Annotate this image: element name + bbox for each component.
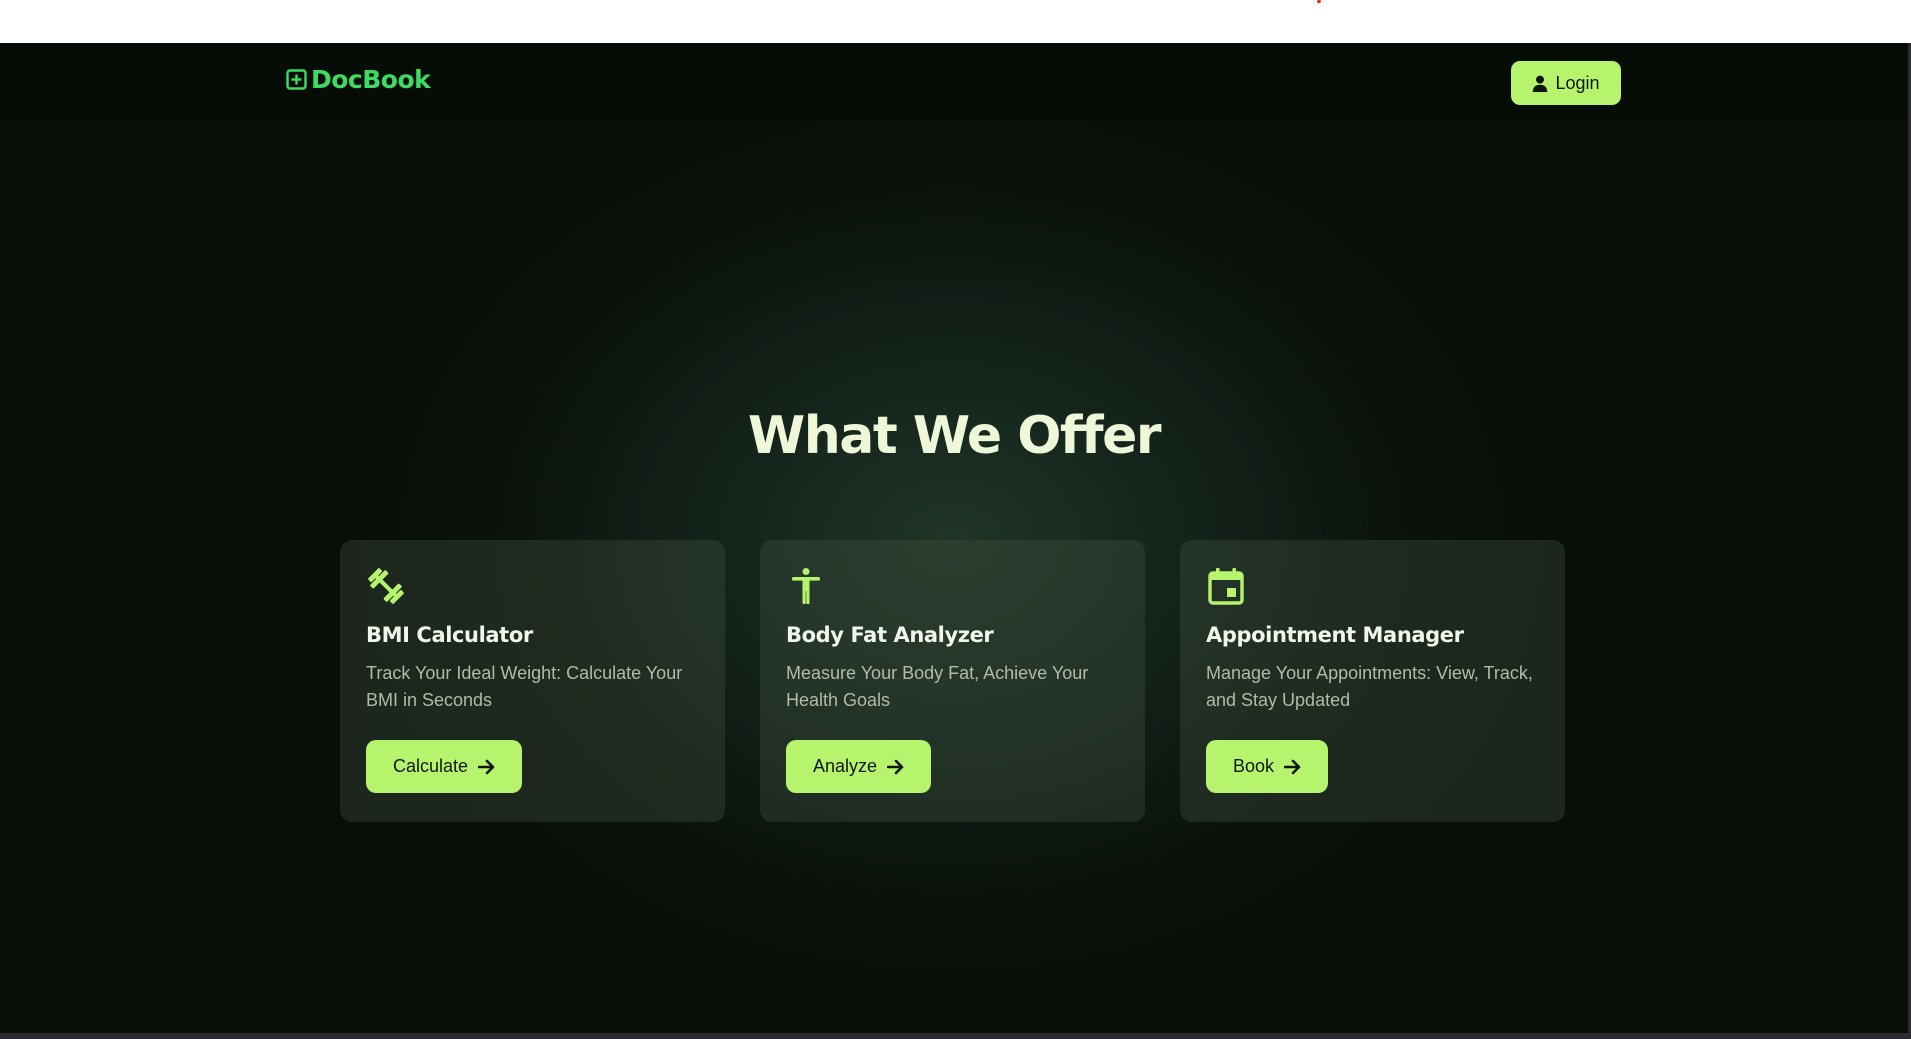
arrow-right-icon <box>887 759 904 775</box>
card-appointment-manager: Appointment Manager Manage Your Appointm… <box>1180 540 1565 822</box>
card-description: Manage Your Appointments: View, Track, a… <box>1206 663 1533 710</box>
accessibility-person-icon <box>786 566 826 606</box>
login-button[interactable]: Login <box>1511 61 1621 105</box>
card-description: Track Your Ideal Weight: Calculate Your … <box>366 663 683 710</box>
card-description: Measure Your Body Fat, Achieve Your Heal… <box>786 663 1089 710</box>
user-icon <box>1532 75 1548 92</box>
calendar-event-icon <box>1206 566 1246 606</box>
window-bottom-edge <box>0 1033 1911 1039</box>
login-label: Login <box>1555 72 1600 93</box>
calculate-button[interactable]: Calculate <box>366 740 523 793</box>
brand-logo[interactable]: DocBook <box>286 65 431 94</box>
brand-name: DocBook <box>311 65 431 94</box>
app-viewport: DocBook Login What We Offer BMI Calculat… <box>0 43 1908 1033</box>
book-button-label: Book <box>1233 756 1275 776</box>
book-button[interactable]: Book <box>1206 740 1329 793</box>
section-title: What We Offer <box>747 406 1162 466</box>
card-title: Appointment Manager <box>1206 623 1464 647</box>
dumbbell-icon <box>366 566 406 606</box>
card-title: BMI Calculator <box>366 623 533 647</box>
analyze-button-label: Analyze <box>813 756 878 776</box>
arrow-right-icon <box>1284 759 1301 775</box>
calculate-button-label: Calculate <box>393 756 469 776</box>
browser-top-strip <box>0 0 1911 43</box>
medical-plus-icon <box>286 69 307 90</box>
card-title: Body Fat Analyzer <box>786 623 994 647</box>
card-body-fat-analyzer: Body Fat Analyzer Measure Your Body Fat,… <box>760 540 1145 822</box>
card-bmi-calculator: BMI Calculator Track Your Ideal Weight: … <box>340 540 725 822</box>
analyze-button[interactable]: Analyze <box>786 740 932 793</box>
arrow-right-icon <box>478 759 495 775</box>
red-dot <box>1317 0 1321 3</box>
navbar: DocBook Login <box>0 43 1908 121</box>
